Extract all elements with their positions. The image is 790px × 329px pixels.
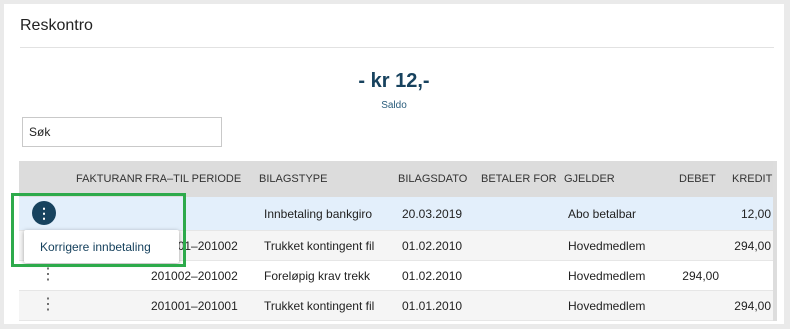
menu-item-korrigere-innbetaling[interactable]: Korrigere innbetaling [40, 240, 151, 254]
cell-bilagstype: Innbetaling bankgiro [264, 207, 373, 221]
cell-debet: 294,00 [682, 269, 719, 283]
table-row[interactable]: ⋮ Innbetaling bankgiro 20.03.2019 Abo be… [19, 197, 775, 231]
cell-bilagsdato: 01.02.2010 [402, 239, 463, 253]
saldo-amount: - kr 12,- [358, 70, 430, 92]
table-header: FAKTURANR FRA–TIL PERIODE BILAGSTYPE BIL… [19, 161, 775, 197]
cell-bilagsdato: 01.02.2010 [402, 269, 463, 283]
cell-kredit: 12,00 [740, 207, 771, 221]
reskontro-card: Reskontro - kr 12,- Saldo FAKTURANR FRA–… [4, 4, 784, 324]
col-header-fakturanr[interactable]: FAKTURANR [76, 173, 143, 185]
col-header-bilagsdato[interactable]: BILAGSDATO [398, 173, 467, 185]
table-scrollbar[interactable] [773, 161, 777, 321]
cell-bilagstype: Trukket kontingent fil [264, 299, 375, 313]
search-input[interactable] [22, 117, 222, 147]
cell-gjelder: Abo betalbar [568, 207, 637, 221]
cell-bilagsdato: 01.01.2010 [402, 299, 463, 313]
col-header-gjelder[interactable]: GJELDER [564, 173, 615, 185]
cell-kredit: 294,00 [734, 299, 771, 313]
cell-kredit: 294,00 [734, 239, 771, 253]
col-header-bilagstype[interactable]: BILAGSTYPE [259, 173, 327, 185]
cell-gjelder: Hovedmedlem [568, 239, 646, 253]
page-title: Reskontro [20, 17, 93, 34]
cell-gjelder: Hovedmedlem [568, 269, 646, 283]
cell-gjelder: Hovedmedlem [568, 299, 646, 313]
row-actions-menu-icon[interactable]: ⋮ [32, 201, 56, 225]
col-header-kredit[interactable]: KREDIT [732, 173, 772, 185]
table-row[interactable]: ⋮ 201001–201001 Trukket kontingent fil 0… [19, 291, 775, 321]
saldo-label: Saldo [381, 100, 407, 111]
cell-periode: 201002–201002 [151, 269, 238, 283]
col-header-betaler-for[interactable]: BETALER FOR [481, 173, 557, 185]
table-row[interactable]: ⋮ 201002–201002 Foreløpig krav trekk 01.… [19, 261, 775, 291]
row-context-menu: Korrigere innbetaling [24, 230, 179, 263]
row-actions-menu-icon[interactable]: ⋮ [40, 267, 56, 283]
cell-periode: 201001–201001 [151, 299, 238, 313]
col-header-debet[interactable]: DEBET [679, 173, 716, 185]
cell-bilagsdato: 20.03.2019 [402, 207, 463, 221]
title-divider [20, 47, 774, 48]
cell-bilagstype: Foreløpig krav trekk [264, 269, 371, 283]
cell-bilagstype: Trukket kontingent fil [264, 239, 375, 253]
col-header-periode[interactable]: FRA–TIL PERIODE [145, 173, 241, 185]
row-actions-menu-icon[interactable]: ⋮ [40, 297, 56, 313]
